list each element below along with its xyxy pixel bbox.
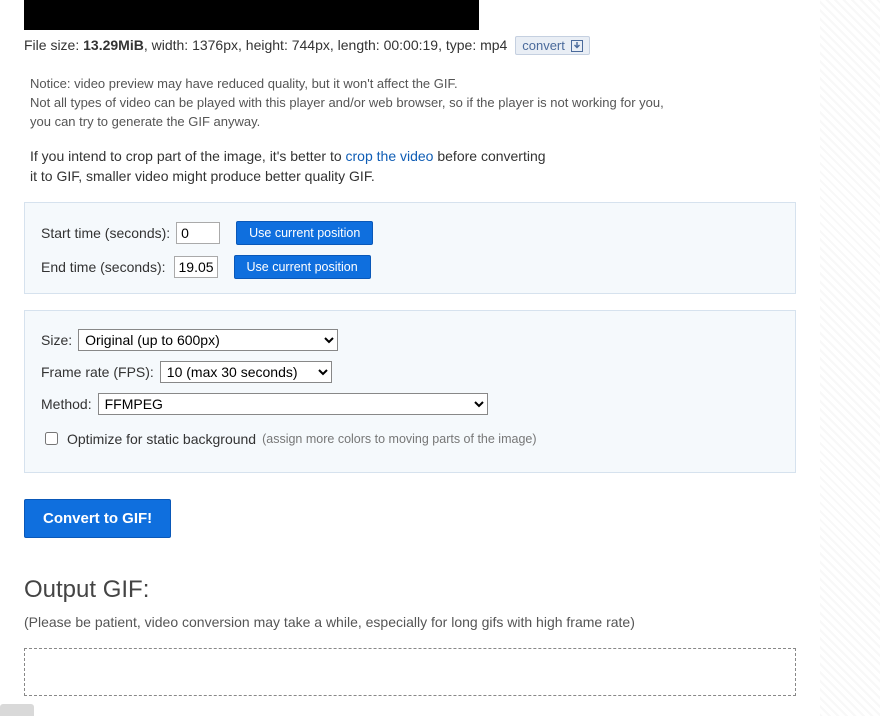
use-current-end-button[interactable]: Use current position — [234, 255, 371, 279]
end-time-label: End time (seconds): — [41, 259, 166, 275]
length-value: 00:00:19 — [384, 37, 439, 53]
notice-line2: Not all types of video can be played wit… — [30, 94, 670, 132]
length-label: , length: — [330, 37, 384, 53]
width-value: 1376px — [192, 37, 238, 53]
notice-text: Notice: video preview may have reduced q… — [30, 75, 796, 132]
output-dropzone — [24, 648, 796, 696]
options-panel: Size: Original (up to 600px) Frame rate … — [24, 310, 796, 473]
optimize-hint: (assign more colors to moving parts of t… — [262, 432, 536, 446]
width-label: , width: — [144, 37, 192, 53]
video-preview — [24, 0, 479, 30]
notice-line1: Notice: video preview may have reduced q… — [30, 75, 796, 94]
height-value: 744px — [292, 37, 330, 53]
download-icon — [571, 40, 583, 52]
size-label: Size: — [41, 332, 72, 348]
convert-inline-label: convert — [522, 38, 565, 53]
file-info: File size: 13.29MiB, width: 1376px, heig… — [24, 36, 796, 55]
height-label: , height: — [238, 37, 292, 53]
optimize-label: Optimize for static background — [67, 431, 256, 447]
end-time-input[interactable] — [174, 256, 218, 278]
file-size-label: File size: — [24, 37, 83, 53]
type-value: mp4 — [480, 37, 507, 53]
type-label: , type: — [438, 37, 480, 53]
method-label: Method: — [41, 396, 92, 412]
time-panel: Start time (seconds): Use current positi… — [24, 202, 796, 294]
start-time-label: Start time (seconds): — [41, 225, 170, 241]
file-size-value: 13.29MiB — [83, 37, 144, 53]
use-current-start-button[interactable]: Use current position — [236, 221, 373, 245]
crop-note: If you intend to crop part of the image,… — [30, 146, 550, 187]
fps-label: Frame rate (FPS): — [41, 364, 154, 380]
convert-to-gif-button[interactable]: Convert to GIF! — [24, 499, 171, 538]
start-time-input[interactable] — [176, 222, 220, 244]
fps-select[interactable]: 10 (max 30 seconds) — [160, 361, 332, 383]
size-select[interactable]: Original (up to 600px) — [78, 329, 338, 351]
output-heading: Output GIF: — [24, 576, 796, 604]
method-select[interactable]: FFMPEG — [98, 393, 488, 415]
optimize-checkbox[interactable] — [45, 432, 58, 445]
crop-video-link[interactable]: crop the video — [346, 148, 434, 164]
crop-note-before: If you intend to crop part of the image,… — [30, 148, 346, 164]
patient-note: (Please be patient, video conversion may… — [24, 614, 796, 630]
convert-inline-button[interactable]: convert — [515, 36, 589, 55]
